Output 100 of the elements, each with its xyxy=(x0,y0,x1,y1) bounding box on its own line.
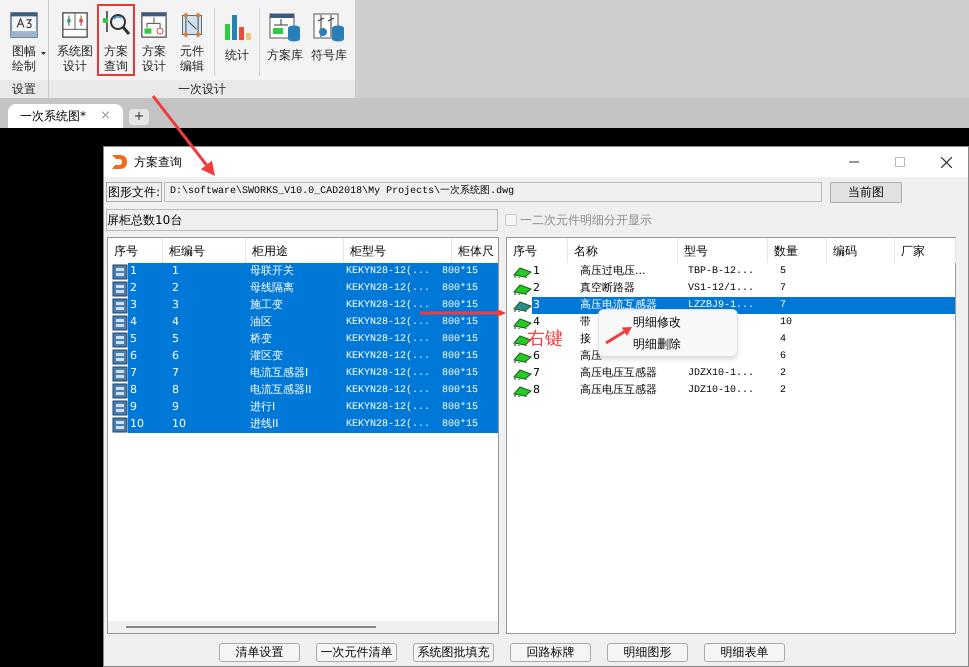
context-menu-item[interactable]: 明细修改 xyxy=(633,312,681,332)
cabinet-icon xyxy=(112,280,128,296)
table-cell: 1 xyxy=(130,264,137,278)
close-icon[interactable] xyxy=(941,156,952,168)
action-button[interactable]: 明细图形 xyxy=(607,643,688,662)
ribbon-button[interactable]: 图幅 绘制 xyxy=(4,8,44,76)
action-button[interactable]: 一次元件清单 xyxy=(316,643,397,662)
table-cell: 3 xyxy=(172,298,179,312)
table-cell: 800*15 xyxy=(442,317,478,328)
file-path-field[interactable]: D:\software\SWORKS_V10.0_CAD2018\My Projects\一次系统图.dwg xyxy=(164,182,822,202)
bar-chart-icon xyxy=(222,12,252,42)
column-header[interactable]: 数量 xyxy=(774,242,798,260)
add-tab-button[interactable]: + xyxy=(128,109,149,125)
table-cell: 桥变 xyxy=(250,332,272,346)
table-cell: 800*15 xyxy=(442,351,478,362)
file-label: 图形文件: xyxy=(106,182,162,202)
table-cell: 高压电压互感器 xyxy=(580,383,657,396)
action-button[interactable]: 回路标牌 xyxy=(510,643,591,662)
table-cell: 5 xyxy=(130,332,137,346)
column-header[interactable]: 柜体尺 xyxy=(458,242,494,260)
ribbon-button[interactable]: 系统图 设计 xyxy=(53,8,97,76)
table-cell: KEKYN28-12(... xyxy=(346,300,430,311)
table-cell: 灌区变 xyxy=(250,349,283,362)
ribbon-button[interactable]: 方案 查询 xyxy=(97,4,135,76)
table-cell: 7 xyxy=(533,366,540,380)
action-button[interactable]: 明细表单 xyxy=(704,643,785,662)
table-row[interactable]: 10 10 进线II KEKYN28-12(... 800*15 xyxy=(128,416,498,433)
table-cell: 7 xyxy=(780,283,786,294)
ribbon-button[interactable]: 符号库 xyxy=(307,8,351,76)
action-button[interactable]: 系统图批填充 xyxy=(413,643,494,662)
table-cell: KEKYN28-12(... xyxy=(346,334,430,345)
table-cell: 母线隔离 xyxy=(250,281,294,294)
table-cell: 4 xyxy=(172,315,179,328)
column-header[interactable]: 柜型号 xyxy=(350,242,386,260)
column-header[interactable]: 型号 xyxy=(684,242,708,260)
document-tab[interactable]: 一次系统图* × xyxy=(8,104,123,128)
table-cell: 4 xyxy=(533,315,540,328)
cabinet-icon xyxy=(112,264,128,280)
table-cell: KEKYN28-12(... xyxy=(346,419,430,430)
table-cell: 4 xyxy=(780,334,786,345)
chip-icon xyxy=(512,300,532,312)
table-row[interactable]: 5 5 桥变 KEKYN28-12(... 800*15 xyxy=(128,331,498,348)
table-row[interactable]: 6 6 灌区变 KEKYN28-12(... 800*15 xyxy=(128,348,498,365)
table-row[interactable]: 8 8 电流互感器II KEKYN28-12(... 800*15 xyxy=(128,382,498,399)
table-cell: 3 xyxy=(130,298,137,312)
column-header[interactable]: 编码 xyxy=(833,242,857,260)
ribbon-button[interactable]: 方案 设计 xyxy=(135,8,173,76)
table-cell: VS1-12/1... xyxy=(688,283,754,294)
column-header[interactable]: 序号 xyxy=(513,242,537,260)
selected-row[interactable]: 3 高压电流互感器 LZZBJ9-1... 7 xyxy=(532,297,955,314)
table-cell: 3 xyxy=(533,298,540,312)
table-cell: 2 xyxy=(172,281,179,294)
current-drawing-button[interactable]: 当前图 xyxy=(830,182,902,202)
table-cell: 5 xyxy=(780,266,786,277)
table-cell: 800*15 xyxy=(442,283,478,294)
table-cell: 电流互感器I xyxy=(250,366,308,380)
column-header[interactable]: 序号 xyxy=(114,242,138,260)
table-cell: 母联开关 xyxy=(250,264,294,278)
table-cell: TBP-B-12... xyxy=(688,266,754,277)
table-cell: 带 xyxy=(580,315,591,328)
column-header[interactable]: 柜用途 xyxy=(252,242,288,260)
context-menu-item[interactable]: 明细删除 xyxy=(633,334,681,354)
table-cell: KEKYN28-12(... xyxy=(346,385,430,396)
magnifier-icon xyxy=(101,8,131,38)
table-cell: KEKYN28-12(... xyxy=(346,402,430,413)
column-header[interactable]: 柜编号 xyxy=(169,242,205,260)
action-button[interactable]: 清单设置 xyxy=(219,643,300,662)
ribbon-button[interactable]: 元件 编辑 xyxy=(173,8,211,76)
table-cell: 4 xyxy=(130,315,137,328)
ribbon-button[interactable]: 方案库 xyxy=(263,8,307,76)
cabinet-count: 屏柜总数10台 xyxy=(106,209,498,231)
scrollbar-thumb[interactable] xyxy=(126,626,376,628)
split-checkbox-label: 一二次元件明细分开显示 xyxy=(520,212,652,229)
table-row[interactable]: 2 2 母线隔离 KEKYN28-12(... 800*15 xyxy=(128,280,498,297)
cabinet-icon xyxy=(112,366,128,382)
table-cell: 1 xyxy=(533,264,540,278)
table-cell: 6 xyxy=(533,349,540,362)
table-row[interactable]: 1 1 母联开关 KEKYN28-12(... 800*15 xyxy=(128,263,498,280)
annotation-arrow xyxy=(605,327,632,344)
table-row[interactable]: 9 9 进行I KEKYN28-12(... 800*15 xyxy=(128,399,498,416)
table-cell: 8 xyxy=(172,383,179,396)
cabinet-icon xyxy=(112,382,128,398)
maximize-icon[interactable] xyxy=(895,157,905,167)
table-row[interactable]: 3 3 施工变 KEKYN28-12(... 800*15 xyxy=(128,297,498,314)
table-row[interactable]: 4 4 油区 KEKYN28-12(... 800*15 xyxy=(128,314,498,331)
ribbon-button[interactable]: 统计 xyxy=(218,8,256,76)
table-cell: 10 xyxy=(130,417,144,430)
table-cell: JDZ10-10... xyxy=(688,385,754,396)
table-cell: 1 xyxy=(172,264,179,278)
table-cell: 9 xyxy=(172,400,179,414)
table-cell: 2 xyxy=(780,368,786,379)
column-header[interactable]: 厂家 xyxy=(901,242,925,260)
table-cell: 800*15 xyxy=(442,419,478,430)
cabinet-icon xyxy=(112,332,128,348)
table-cell: 2 xyxy=(130,281,137,294)
table-cell: LZZBJ9-1... xyxy=(688,300,754,311)
table-row[interactable]: 7 7 电流互感器I KEKYN28-12(... 800*15 xyxy=(128,365,498,382)
column-header[interactable]: 名称 xyxy=(574,242,598,260)
table-cell: 7 xyxy=(130,366,137,380)
database-icon xyxy=(269,12,301,42)
